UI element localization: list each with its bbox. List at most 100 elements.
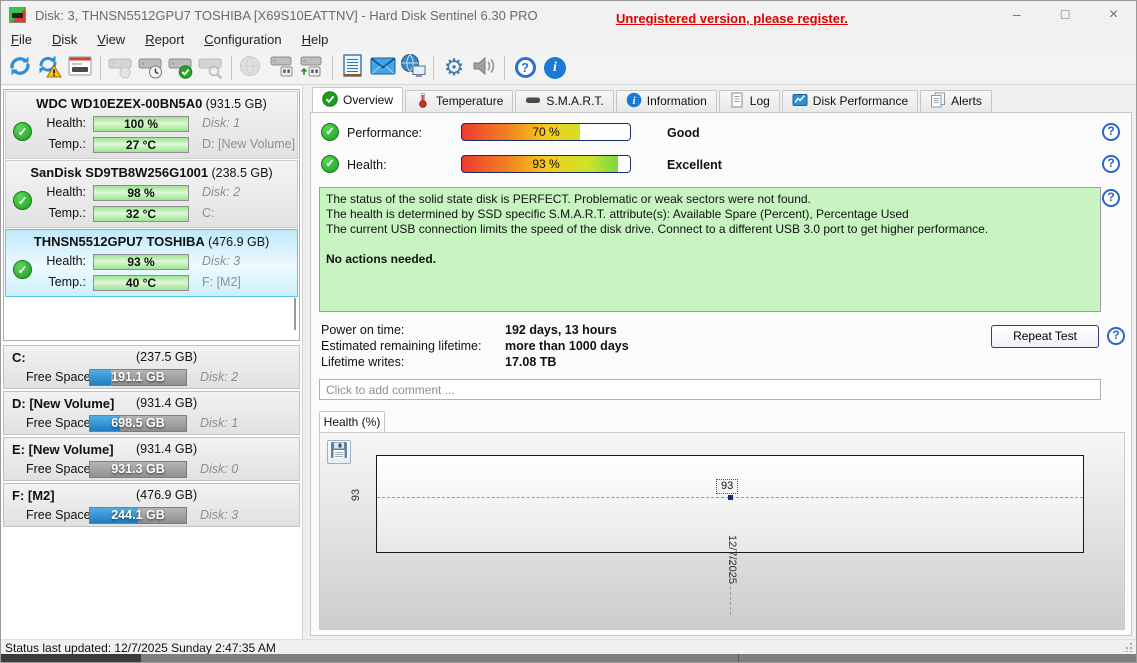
chart-data-point[interactable] [728, 495, 733, 500]
status-line: The health is determined by SSD specific… [326, 207, 1094, 222]
free-space-value: 244.1 GB [90, 508, 186, 523]
refresh-icon[interactable] [5, 53, 35, 83]
disk-volume: D: [New Volume] [202, 137, 295, 151]
disk-size: (238.5 GB) [211, 166, 272, 180]
health-label: Health: [34, 254, 86, 268]
health-chart-tab[interactable]: Health (%) [319, 411, 385, 433]
floppy-icon [330, 441, 348, 459]
disk-volume: C: [202, 206, 215, 220]
free-space-bar: 191.1 GB [89, 369, 187, 386]
menu-disk[interactable]: Disk [42, 29, 87, 50]
disk-item-2[interactable]: SanDisk SD9TB8W256G1001 (238.5 GB) ✓ Hea… [5, 160, 298, 228]
health-bar-value: 93 % [462, 156, 630, 172]
disk-number: Disk: 3 [202, 254, 240, 268]
app-icon [9, 7, 26, 23]
disk-eject-icon[interactable] [297, 53, 327, 83]
toolbar: ⚙?i [1, 51, 1136, 85]
resize-grip[interactable] [1123, 642, 1133, 652]
partition-item-d[interactable]: D: [New Volume] (931.4 GB) Free Space 69… [3, 391, 300, 435]
repeat-test-help-icon[interactable]: ? [1107, 327, 1125, 345]
partition-item-c[interactable]: C: (237.5 GB) Free Space 191.1 GB Disk: … [3, 345, 300, 389]
status-line [326, 237, 1094, 252]
tab-s-m-a-r-t-[interactable]: S.M.A.R.T. [515, 90, 613, 112]
status-line: No actions needed. [326, 252, 1094, 267]
disk-list-scrollbar[interactable] [294, 298, 296, 330]
performance-help-icon[interactable]: ? [1102, 123, 1120, 141]
menu-report[interactable]: Report [135, 29, 194, 50]
settings-gear-icon[interactable]: ⚙ [439, 53, 469, 83]
disk-check-icon[interactable] [166, 53, 196, 83]
close-button[interactable]: × [1091, 2, 1136, 30]
performance-ok-icon: ✓ [321, 123, 339, 141]
disk-size: (931.5 GB) [206, 97, 267, 111]
status-help-icon[interactable]: ? [1102, 189, 1120, 207]
partition-name: C: [12, 350, 26, 365]
disk-clock-icon[interactable] [136, 53, 166, 83]
partition-item-e[interactable]: E: [New Volume] (931.4 GB) Free Space 93… [3, 437, 300, 481]
status-bar: Status last updated: 12/7/2025 Sunday 2:… [1, 639, 1136, 654]
mail-icon[interactable] [368, 53, 398, 83]
save-chart-button[interactable] [327, 440, 351, 464]
free-space-bar: 698.5 GB [89, 415, 187, 432]
health-chart-panel: 93 93 12/7/2025 [319, 432, 1125, 630]
performance-rating: Good [667, 126, 700, 140]
disk-health-bar: 98 % [93, 185, 189, 201]
refresh-warning-icon[interactable] [35, 53, 65, 83]
network-icon[interactable] [398, 53, 428, 83]
toolbar-separator [433, 56, 434, 80]
tab-overview[interactable]: Overview [312, 87, 403, 112]
temp-label: Temp.: [34, 275, 86, 289]
tab-disk-performance[interactable]: Disk Performance [782, 90, 918, 112]
minimize-button[interactable]: – [994, 1, 1039, 29]
sound-icon[interactable] [469, 53, 499, 83]
partition-disk-number: Disk: 0 [200, 462, 238, 476]
disk-search-icon [196, 53, 226, 83]
window-title: Disk: 3, THNSN5512GPU7 TOSHIBA [X69S10EA… [35, 8, 538, 23]
menu-configuration[interactable]: Configuration [194, 29, 291, 50]
tab-temperature[interactable]: Temperature [405, 90, 513, 112]
disk-model: SanDisk SD9TB8W256G1001 [30, 165, 208, 180]
disk-title: WDC WD10EZEX-00BN5A0 (931.5 GB) [6, 96, 297, 111]
free-space-bar: 244.1 GB [89, 507, 187, 524]
writes-label: Lifetime writes: [321, 355, 404, 369]
comment-input[interactable] [319, 379, 1101, 400]
disk-list: WDC WD10EZEX-00BN5A0 (931.5 GB) ✓ Health… [3, 89, 300, 341]
partition-item-f[interactable]: F: [M2] (476.9 GB) Free Space 244.1 GB D… [3, 483, 300, 527]
disk-item-1[interactable]: WDC WD10EZEX-00BN5A0 (931.5 GB) ✓ Health… [5, 91, 298, 159]
disk-temp-bar: 27 °C [93, 137, 189, 153]
menu-file[interactable]: File [1, 29, 42, 50]
menu-view[interactable]: View [87, 29, 135, 50]
help-icon[interactable]: ? [510, 53, 540, 83]
partition-size: (931.4 GB) [136, 442, 197, 456]
partition-name: D: [New Volume] [12, 396, 114, 411]
right-panel: OverviewTemperatureS.M.A.R.T.iInformatio… [304, 86, 1136, 639]
disk-item-3[interactable]: THNSN5512GPU7 TOSHIBA (476.9 GB) ✓ Healt… [5, 229, 298, 297]
disk-connect-icon[interactable] [267, 53, 297, 83]
tab-log[interactable]: Log [719, 90, 780, 112]
tab-information[interactable]: iInformation [616, 90, 717, 112]
chart-x-tick: 12/7/2025 [726, 535, 738, 599]
tab-label: Disk Performance [813, 94, 908, 108]
toolbar-separator [332, 56, 333, 80]
menu-help[interactable]: Help [292, 29, 339, 50]
taskbar-strip [1, 654, 1136, 662]
title-bar: Disk: 3, THNSN5512GPU7 TOSHIBA [X69S10EA… [1, 1, 1136, 29]
tab-alerts[interactable]: Alerts [920, 90, 992, 112]
maximize-button[interactable]: □ [1043, 1, 1088, 29]
repeat-test-button[interactable]: Repeat Test [991, 325, 1099, 348]
partition-size: (931.4 GB) [136, 396, 197, 410]
health-help-icon[interactable]: ? [1102, 155, 1120, 173]
free-space-value: 191.1 GB [90, 370, 186, 385]
info-icon[interactable]: i [540, 53, 570, 83]
report-icon[interactable] [65, 53, 95, 83]
toolbar-separator [504, 56, 505, 80]
partition-list: C: (237.5 GB) Free Space 191.1 GB Disk: … [3, 345, 300, 529]
partition-disk-number: Disk: 2 [200, 370, 238, 384]
status-bar-text: Status last updated: 12/7/2025 Sunday 2:… [5, 641, 276, 655]
notes-icon[interactable] [338, 53, 368, 83]
register-link[interactable]: Unregistered version, please register. [616, 11, 848, 26]
disk-health-bar: 93 % [93, 254, 189, 270]
partition-disk-number: Disk: 1 [200, 416, 238, 430]
toolbar-separator [100, 56, 101, 80]
writes-value: 17.08 TB [505, 355, 556, 369]
